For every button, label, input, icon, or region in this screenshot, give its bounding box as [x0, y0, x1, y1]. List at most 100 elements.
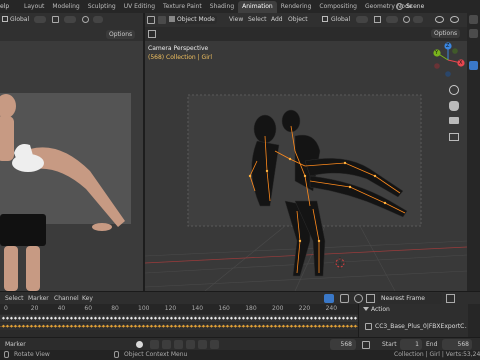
keyframe-diamond[interactable]: [9, 324, 14, 328]
keyframe-diamond[interactable]: [29, 324, 34, 328]
keyframe-diamond[interactable]: [181, 316, 186, 320]
timeline-menu-select[interactable]: Select: [5, 295, 24, 302]
keyframe-diamond[interactable]: [221, 316, 226, 320]
keyframe-diamond[interactable]: [85, 316, 90, 320]
keyframe-diamond[interactable]: [341, 316, 346, 320]
keyframe-diamond[interactable]: [217, 324, 222, 328]
keyframe-diamond[interactable]: [269, 316, 274, 320]
keyframe-diamond[interactable]: [93, 324, 98, 328]
orientation-dropdown[interactable]: Global: [10, 16, 29, 23]
keyframe-diamond[interactable]: [81, 324, 86, 328]
keyframe-diamond[interactable]: [73, 324, 78, 328]
keyframe-diamond[interactable]: [113, 324, 118, 328]
snap-dropdown[interactable]: Nearest Frame: [378, 293, 442, 304]
snap-toggle-icon[interactable]: [366, 294, 375, 303]
keyframe-diamond[interactable]: [341, 324, 346, 328]
collapse-chevron-icon[interactable]: [363, 307, 369, 311]
keyframe-diamond[interactable]: [225, 324, 230, 328]
workspace-tab-uv-editing[interactable]: UV Editing: [120, 1, 159, 13]
keyframe-diamond[interactable]: [337, 324, 342, 328]
start-frame-field[interactable]: 1: [400, 339, 422, 350]
keyframe-diamond[interactable]: [101, 316, 106, 320]
keyframe-diamond[interactable]: [21, 324, 26, 328]
keyframe-diamond[interactable]: [41, 324, 46, 328]
keyframe-diamond[interactable]: [309, 316, 314, 320]
keyframe-diamond[interactable]: [309, 324, 314, 328]
menu-add[interactable]: Add: [271, 16, 283, 23]
menu-object[interactable]: Object: [288, 16, 308, 23]
select-mode-icons[interactable]: [158, 16, 166, 24]
keyframe-diamond[interactable]: [353, 316, 358, 320]
workspace-tab-modeling[interactable]: Modeling: [48, 1, 83, 13]
cursor-tool-icon[interactable]: [324, 294, 334, 303]
keyframe-diamond[interactable]: [61, 316, 66, 320]
keyframe-diamond[interactable]: [197, 316, 202, 320]
keyframe-diamond[interactable]: [241, 316, 246, 320]
right-options-button[interactable]: Options: [431, 29, 461, 38]
camera-view-icon[interactable]: [449, 117, 459, 124]
keyframe-diamond[interactable]: [89, 324, 94, 328]
keyframe-diamond[interactable]: [105, 324, 110, 328]
play-icon[interactable]: [186, 340, 195, 349]
keyframe-diamond[interactable]: [337, 316, 342, 320]
keyframe-diamond[interactable]: [169, 316, 174, 320]
keyframe-diamond[interactable]: [137, 324, 142, 328]
right-falloff-icon[interactable]: [413, 16, 423, 23]
keyframe-diamond[interactable]: [45, 316, 50, 320]
keyframe-diamond[interactable]: [293, 316, 298, 320]
keyframe-diamond[interactable]: [297, 316, 302, 320]
keyframe-diamond[interactable]: [97, 324, 102, 328]
keyframe-diamond[interactable]: [225, 316, 230, 320]
keyframe-diamond[interactable]: [253, 316, 258, 320]
keyframe-diamond[interactable]: [301, 324, 306, 328]
keyframe-diamond[interactable]: [13, 316, 18, 320]
left-options-button[interactable]: Options: [106, 30, 136, 39]
keyframe-diamond[interactable]: [161, 316, 166, 320]
keyframe-diamond[interactable]: [149, 324, 154, 328]
keyframe-diamond[interactable]: [345, 324, 350, 328]
keyframe-diamond[interactable]: [269, 324, 274, 328]
keyframe-diamond[interactable]: [49, 316, 54, 320]
workspace-tab-animation[interactable]: Animation: [238, 1, 277, 13]
snap-extra-icon[interactable]: [446, 294, 455, 303]
keyframe-diamond[interactable]: [129, 324, 134, 328]
help-menu[interactable]: elp: [0, 3, 9, 10]
scene-name[interactable]: Scene: [406, 3, 424, 10]
keyframe-diamond[interactable]: [121, 316, 126, 320]
right-proportional-icon[interactable]: [403, 16, 410, 23]
pivot-icon[interactable]: [34, 16, 46, 23]
keyframe-diamond[interactable]: [185, 316, 190, 320]
keyframe-diamond[interactable]: [173, 324, 178, 328]
ortho-toggle-icon[interactable]: [449, 133, 459, 141]
keyframe-diamond[interactable]: [353, 324, 358, 328]
keyframe-diamond[interactable]: [325, 316, 330, 320]
keyframe-diamond[interactable]: [129, 316, 134, 320]
keyframe-diamond[interactable]: [165, 316, 170, 320]
keyframe-diamond[interactable]: [121, 324, 126, 328]
timeline-body[interactable]: 0 20 40 60 80 100 120 140 160 180 200 220 240: [0, 304, 358, 337]
keyframe-diamond[interactable]: [109, 316, 114, 320]
keyframe-diamond[interactable]: [165, 324, 170, 328]
keyframe-diamond[interactable]: [325, 324, 330, 328]
keyframe-diamond[interactable]: [177, 324, 182, 328]
keyframe-diamond[interactable]: [333, 324, 338, 328]
keyframe-diamond[interactable]: [329, 324, 334, 328]
keyframe-diamond[interactable]: [189, 324, 194, 328]
keyframe-diamond[interactable]: [157, 316, 162, 320]
keyframe-diamond[interactable]: [169, 324, 174, 328]
keyframe-diamond[interactable]: [201, 316, 206, 320]
keyframe-diamond[interactable]: [157, 324, 162, 328]
keyframe-diamond[interactable]: [17, 316, 22, 320]
keyframe-diamond[interactable]: [229, 316, 234, 320]
keyframe-diamond[interactable]: [93, 316, 98, 320]
keyframe-diamond[interactable]: [285, 324, 290, 328]
keyframe-diamond[interactable]: [257, 316, 262, 320]
keyframe-diamond[interactable]: [193, 316, 198, 320]
keyframe-diamond[interactable]: [265, 324, 270, 328]
navigation-gizmo[interactable]: Y X Z: [429, 41, 467, 79]
keyframe-diamond[interactable]: [1, 324, 6, 328]
keyframe-diamond[interactable]: [249, 324, 254, 328]
keyframe-diamond[interactable]: [185, 324, 190, 328]
main-viewport[interactable]: Camera Perspective (568) Collection | Gi…: [145, 41, 467, 291]
workspace-tab-rendering[interactable]: Rendering: [277, 1, 316, 13]
